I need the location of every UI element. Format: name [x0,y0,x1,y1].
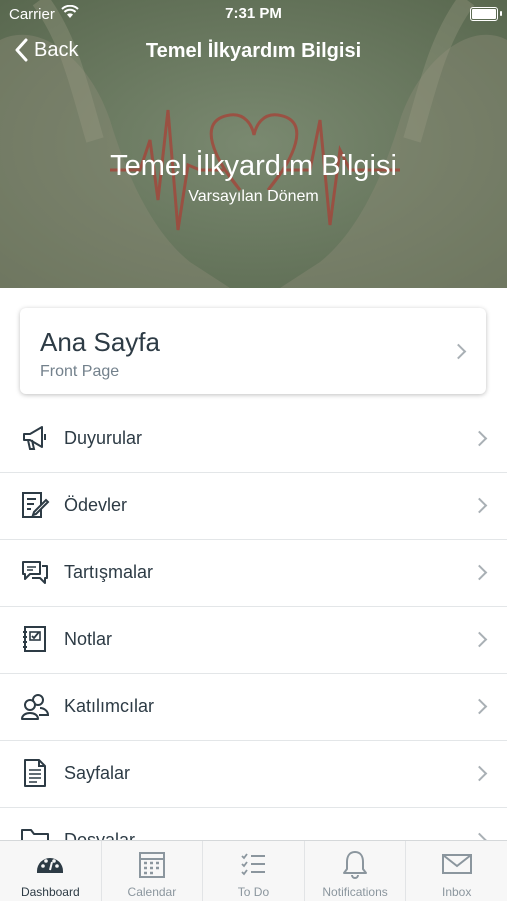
menu-item-label: Katılımcılar [64,696,155,716]
discussion-icon [22,561,48,584]
tab-inbox[interactable]: Inbox [406,841,507,901]
tab-label: Notifications [322,885,388,899]
tab-calendar[interactable]: Calendar [102,841,204,901]
menu-item-assignments[interactable]: Ödevler [0,473,507,540]
tab-label: Dashboard [20,885,80,899]
menu-item-announcements[interactable]: Duyurular [0,406,507,473]
course-menu: Duyurular Ödevler Tartışmalar Notlar Kat… [0,406,507,875]
menu-item-people[interactable]: Katılımcılar [0,674,507,741]
status-bar: Carrier 7:31 PM [0,0,507,28]
assignment-icon [22,492,50,518]
navigation-bar: Back Temel İlkyardım Bilgisi [0,28,507,76]
menu-item-label: Ödevler [64,495,128,515]
menu-item-label: Duyurular [64,428,143,448]
course-term: Varsayılan Dönem [188,188,319,205]
tab-label: Calendar [127,885,177,899]
chevron-right-icon [471,765,488,782]
envelope-icon [441,854,472,874]
menu-item-label: Notlar [64,629,113,649]
course-header: Carrier 7:31 PM Back Temel İlkyardım Bil… [0,0,507,288]
menu-item-label: Sayfalar [64,763,131,783]
menu-item-label: Tartışmalar [64,562,154,582]
tab-label: Inbox [441,885,472,899]
chevron-right-icon [471,698,488,715]
menu-item-grades[interactable]: Notlar [0,607,507,674]
bell-icon [343,851,368,879]
dashboard-icon [37,858,64,873]
chevron-right-icon [450,343,467,360]
tab-bar: Dashboard Calendar To Do Notifications I… [0,840,507,901]
tab-dashboard[interactable]: Dashboard [0,841,102,901]
front-page-subtitle: Front Page [40,363,120,380]
document-icon [24,759,46,787]
menu-item-discussions[interactable]: Tartışmalar [0,540,507,607]
front-page-title: Ana Sayfa [40,327,160,357]
chevron-right-icon [471,497,488,514]
tab-label: To Do [237,885,270,899]
chevron-right-icon [471,631,488,648]
menu-item-pages[interactable]: Sayfalar [0,741,507,808]
people-icon [21,694,50,720]
todo-icon [241,853,266,876]
tab-to-do[interactable]: To Do [203,841,305,901]
calendar-icon [138,852,165,878]
tab-notifications[interactable]: Notifications [305,841,407,901]
gradebook-icon [23,626,46,652]
battery-icon [470,7,502,21]
chevron-right-icon [471,564,488,581]
clock: 7:31 PM [225,5,282,22]
front-page-card[interactable]: Ana Sayfa Front Page [20,308,486,394]
course-title: Temel İlkyardım Bilgisi [110,150,397,182]
nav-title: Temel İlkyardım Bilgisi [145,40,362,62]
chevron-right-icon [471,430,488,447]
megaphone-icon [23,426,46,450]
